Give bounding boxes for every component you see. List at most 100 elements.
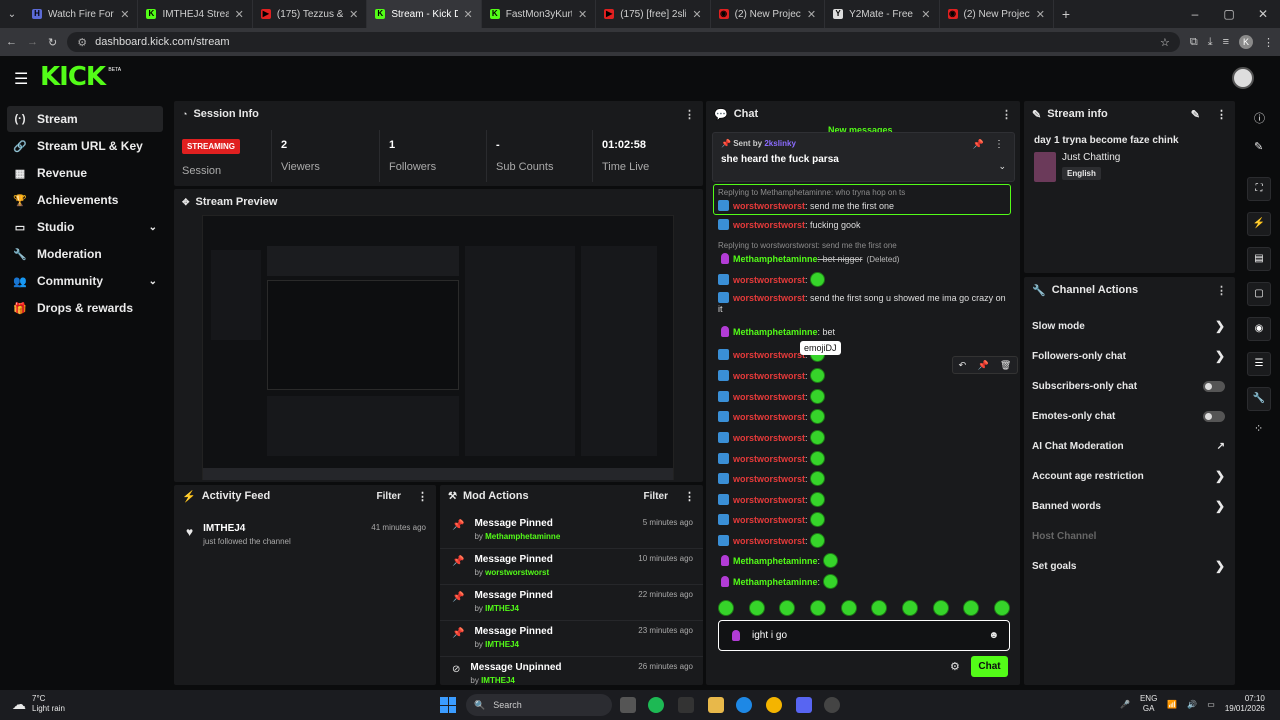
taskbar-app-terminal-icon[interactable] [678,697,694,713]
chevron-right-icon[interactable]: ❯ [1215,559,1225,573]
browser-menu-icon[interactable]: ⋮ [1263,36,1274,49]
emote-icon[interactable] [901,600,918,616]
chat-message[interactable]: worstworstworst: [718,389,1008,404]
taskbar-app-chrome-icon[interactable] [766,697,782,713]
taskbar-app-obs-icon[interactable] [824,697,840,713]
emote-icon[interactable] [810,389,826,404]
chevron-right-icon[interactable]: ❯ [1215,469,1225,483]
pinned-more-icon[interactable]: ⋮ [994,139,1004,150]
tab-close-icon[interactable]: ✕ [921,8,930,21]
taskbar-app-edge-icon[interactable] [736,697,752,713]
taskbar-search[interactable]: 🔍 Search [466,694,612,716]
emote-icon[interactable] [810,471,826,486]
channel-action-account-age-restriction[interactable]: Account age restriction ❯ [1024,461,1235,491]
tab-close-icon[interactable]: ✕ [120,8,129,21]
chat-icon[interactable]: ▢ [1247,282,1271,306]
microphone-icon[interactable]: 🎤 [1120,700,1130,709]
maximize-window-icon[interactable]: ▢ [1212,7,1246,21]
emoji-picker-icon[interactable]: ☻ [988,630,999,641]
chat-username[interactable]: worstworstworst [733,495,805,505]
emote-icon[interactable] [810,409,826,424]
reload-icon[interactable]: ↻ [48,36,57,49]
emote-icon[interactable] [810,368,826,383]
mod-filter-button[interactable]: Filter [644,491,668,502]
kick-logo[interactable]: KICK BETA [40,62,121,92]
sidebar-item-moderation[interactable]: 🔧 Moderation [7,241,163,267]
emote-icon[interactable] [871,600,888,616]
emote-icon[interactable] [822,574,838,589]
sidebar-item-achievements[interactable]: 🏆 Achievements [7,187,163,213]
emote-icon[interactable] [822,553,838,568]
more-options-icon[interactable]: ⋮ [1216,284,1227,297]
taskbar-app-spotify-icon[interactable] [648,697,664,713]
pin-message-icon[interactable]: 📌 [977,360,988,371]
edit-icon[interactable]: ✎ [1191,108,1200,121]
channel-action-set-goals[interactable]: Set goals ❯ [1024,551,1235,581]
minimize-window-icon[interactable]: – [1178,7,1212,21]
expand-chevron-icon[interactable]: ⌄ [998,161,1006,172]
new-tab-button[interactable]: + [1054,6,1078,22]
emote-icon[interactable] [810,451,826,466]
chat-username[interactable]: Methamphetaminne [733,254,818,264]
browser-tab[interactable]: ◉ (2) New Project b ✕ [711,0,826,28]
emote-icon[interactable] [748,600,765,616]
fullscreen-icon[interactable]: ⛶ [1247,177,1271,201]
channel-action-subscribers-only-chat[interactable]: Subscribers-only chat [1024,371,1235,401]
emote-icon[interactable] [810,512,826,527]
chat-username[interactable]: worstworstworst [733,350,805,360]
mod-user[interactable]: IMTHEJ4 [485,640,519,649]
chat-message[interactable]: worstworstworst: [718,533,1008,548]
tab-close-icon[interactable]: ✕ [578,8,587,21]
extensions-icon[interactable]: ⧉ [1190,36,1198,49]
layout-icon[interactable]: ☰ [1247,352,1271,376]
more-options-icon[interactable]: ⋮ [1001,108,1012,121]
chat-message[interactable]: Methamphetaminne: [718,574,1008,589]
category-name[interactable]: Just Chatting [1062,152,1120,163]
close-window-icon[interactable]: ✕ [1246,7,1280,21]
emote-icon[interactable] [963,600,980,616]
sidebar-item-studio[interactable]: ▭ Studio ⌄ [7,214,163,240]
chat-username[interactable]: worstworstworst [733,275,805,285]
document-icon[interactable]: ▤ [1247,247,1271,271]
wifi-icon[interactable]: 📶 [1167,700,1177,709]
sidebar-item-revenue[interactable]: ▦ Revenue [7,160,163,186]
chat-username[interactable]: worstworstworst [733,412,805,422]
chat-username[interactable]: worstworstworst [733,220,805,230]
emote-icon[interactable] [809,600,826,616]
browser-tab[interactable]: ▶ (175) [free] 2slimey t ✕ [596,0,711,28]
emote-icon[interactable] [810,533,826,548]
chat-message[interactable]: worstworstworst: [718,430,1008,445]
delete-icon[interactable]: 🗑 [1000,360,1011,371]
tab-search-button[interactable]: ⌄ [0,9,24,20]
mod-user[interactable]: Methamphetaminne [485,532,560,541]
chat-username[interactable]: worstworstworst [733,474,805,484]
toggle-switch[interactable] [1203,410,1225,422]
mod-user[interactable]: worstworstworst [485,568,549,577]
reading-list-icon[interactable]: ≡ [1223,36,1229,48]
emote-icon[interactable] [810,430,826,445]
language-indicator[interactable]: ENG GA [1140,694,1157,714]
chevron-right-icon[interactable]: ❯ [1215,319,1225,333]
external-link-icon[interactable]: ↗ [1217,441,1225,452]
edit-pencil-icon[interactable]: ✎ [1254,140,1280,153]
browser-tab[interactable]: H Watch Fire Force Sea ✕ [24,0,139,28]
chevron-right-icon[interactable]: ❯ [1215,499,1225,513]
chevron-right-icon[interactable]: ❯ [1215,349,1225,363]
sidebar-item-stream-url-key[interactable]: 🔗 Stream URL & Key [7,133,163,159]
start-button[interactable] [440,697,456,713]
channel-action-slow-mode[interactable]: Slow mode ❯ [1024,311,1235,341]
chat-username[interactable]: worstworstworst [733,371,805,381]
tab-close-icon[interactable]: ✕ [349,8,358,21]
tab-close-icon[interactable]: ✕ [692,8,701,21]
more-options-icon[interactable]: ⋮ [1216,108,1227,121]
tab-close-icon[interactable]: ✕ [235,8,244,21]
back-icon[interactable]: ← [6,36,17,48]
mod-user[interactable]: IMTHEJ4 [485,604,519,613]
channel-action-emotes-only-chat[interactable]: Emotes-only chat [1024,401,1235,431]
more-options-icon[interactable]: ⋮ [417,490,428,503]
chat-message[interactable]: worstworstworst: send the first song u s… [718,292,1008,315]
browser-tab[interactable]: K IMTHEJ4 Stream - W ✕ [138,0,253,28]
chat-username[interactable]: worstworstworst [733,293,805,303]
emote-icon[interactable] [932,600,949,616]
sidebar-item-drops-rewards[interactable]: 🎁 Drops & rewards [7,295,163,321]
